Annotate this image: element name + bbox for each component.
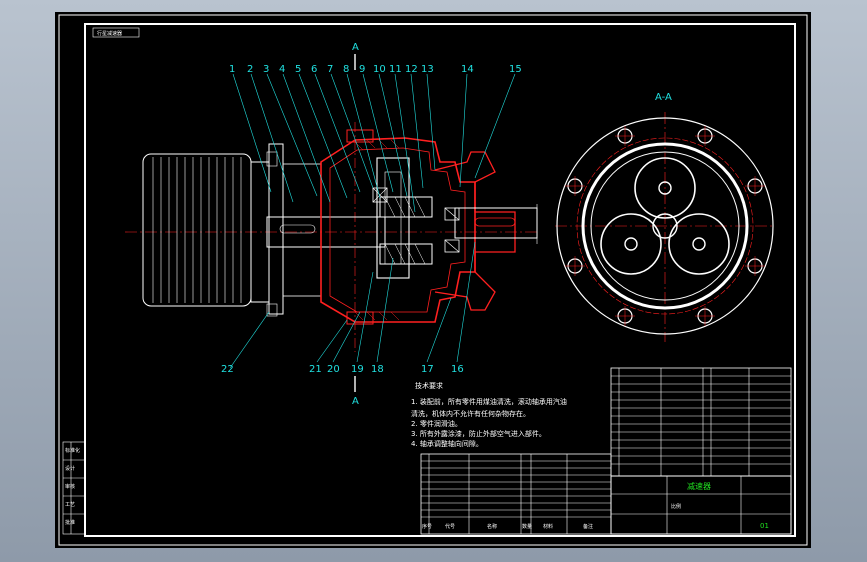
part-number: 7 <box>327 64 333 75</box>
part-number: 2 <box>247 64 253 75</box>
drawing-tag: 行星减速器 <box>97 30 122 37</box>
part-number: 3 <box>263 64 269 75</box>
part-number: 20 <box>327 364 340 375</box>
col-header: 序号 <box>422 523 432 530</box>
part-number: 15 <box>509 64 522 75</box>
section-label-bottom: A <box>352 396 359 407</box>
tech-note: 清洗，机体内不允许有任何杂物存在。 <box>411 409 530 418</box>
cad-drawing: 行星减速器 A A 1 2 3 4 5 6 7 8 9 10 11 12 13 … <box>58 14 808 546</box>
part-number: 4 <box>279 64 285 75</box>
part-number: 17 <box>421 364 434 375</box>
inner-frame <box>84 23 796 537</box>
col-header: 名称 <box>487 523 497 530</box>
left-side-table: 标准化 设计 审核 工艺 批准 <box>62 441 86 535</box>
title-block: 减速器 比例 01 <box>610 367 792 535</box>
sheet-number: 01 <box>760 522 769 530</box>
part-number: 19 <box>351 364 364 375</box>
tech-note: 3. 所有外露涂漆，防止外部空气进入部件。 <box>411 429 546 438</box>
tech-note: 4. 轴承调整轴向间隙。 <box>411 439 483 448</box>
section-view-aa: A-A <box>555 92 775 342</box>
part-number: 16 <box>451 364 464 375</box>
col-header: 数量 <box>522 523 532 530</box>
part-number: 12 <box>405 64 418 75</box>
col-header: 备注 <box>583 523 593 530</box>
cad-viewport[interactable]: 行星减速器 A A 1 2 3 4 5 6 7 8 9 10 11 12 13 … <box>55 12 811 548</box>
col-header: 材料 <box>543 523 553 530</box>
part-number-labels: 1 2 3 4 5 6 7 8 9 10 11 12 13 14 15 22 2… <box>221 64 522 375</box>
part-number: 22 <box>221 364 234 375</box>
side-label: 设计 <box>65 465 75 472</box>
main-section-view <box>125 122 540 352</box>
tech-note: 2. 零件润滑油。 <box>411 419 462 428</box>
drawing-name: 减速器 <box>687 481 711 491</box>
part-number: 18 <box>371 364 384 375</box>
section-view-label: A-A <box>655 92 672 103</box>
part-number: 6 <box>311 64 317 75</box>
part-number: 13 <box>421 64 434 75</box>
part-number: 11 <box>389 64 402 75</box>
side-label: 标准化 <box>65 447 80 454</box>
part-number: 5 <box>295 64 301 75</box>
tech-note: 1. 装配前，所有零件用煤油清洗，滚动轴承用汽油 <box>411 397 567 406</box>
side-label: 审核 <box>65 483 75 490</box>
section-label-top: A <box>352 42 359 53</box>
tech-title: 技术要求 <box>415 381 443 390</box>
side-label: 批准 <box>65 519 75 526</box>
parts-list-middle: 序号 代号 名称 数量 材料 备注 <box>420 453 612 535</box>
part-number: 14 <box>461 64 474 75</box>
part-number: 8 <box>343 64 349 75</box>
side-label: 工艺 <box>65 502 75 508</box>
outer-frame <box>58 14 808 546</box>
part-number: 21 <box>309 364 322 375</box>
col-header: 代号 <box>445 523 455 530</box>
part-number: 10 <box>373 64 386 75</box>
part-number: 1 <box>229 64 235 75</box>
scale-label: 比例 <box>671 503 681 510</box>
technical-requirements: 技术要求 1. 装配前，所有零件用煤油清洗，滚动轴承用汽油 清洗，机体内不允许有… <box>411 381 567 448</box>
part-number: 9 <box>359 64 365 75</box>
